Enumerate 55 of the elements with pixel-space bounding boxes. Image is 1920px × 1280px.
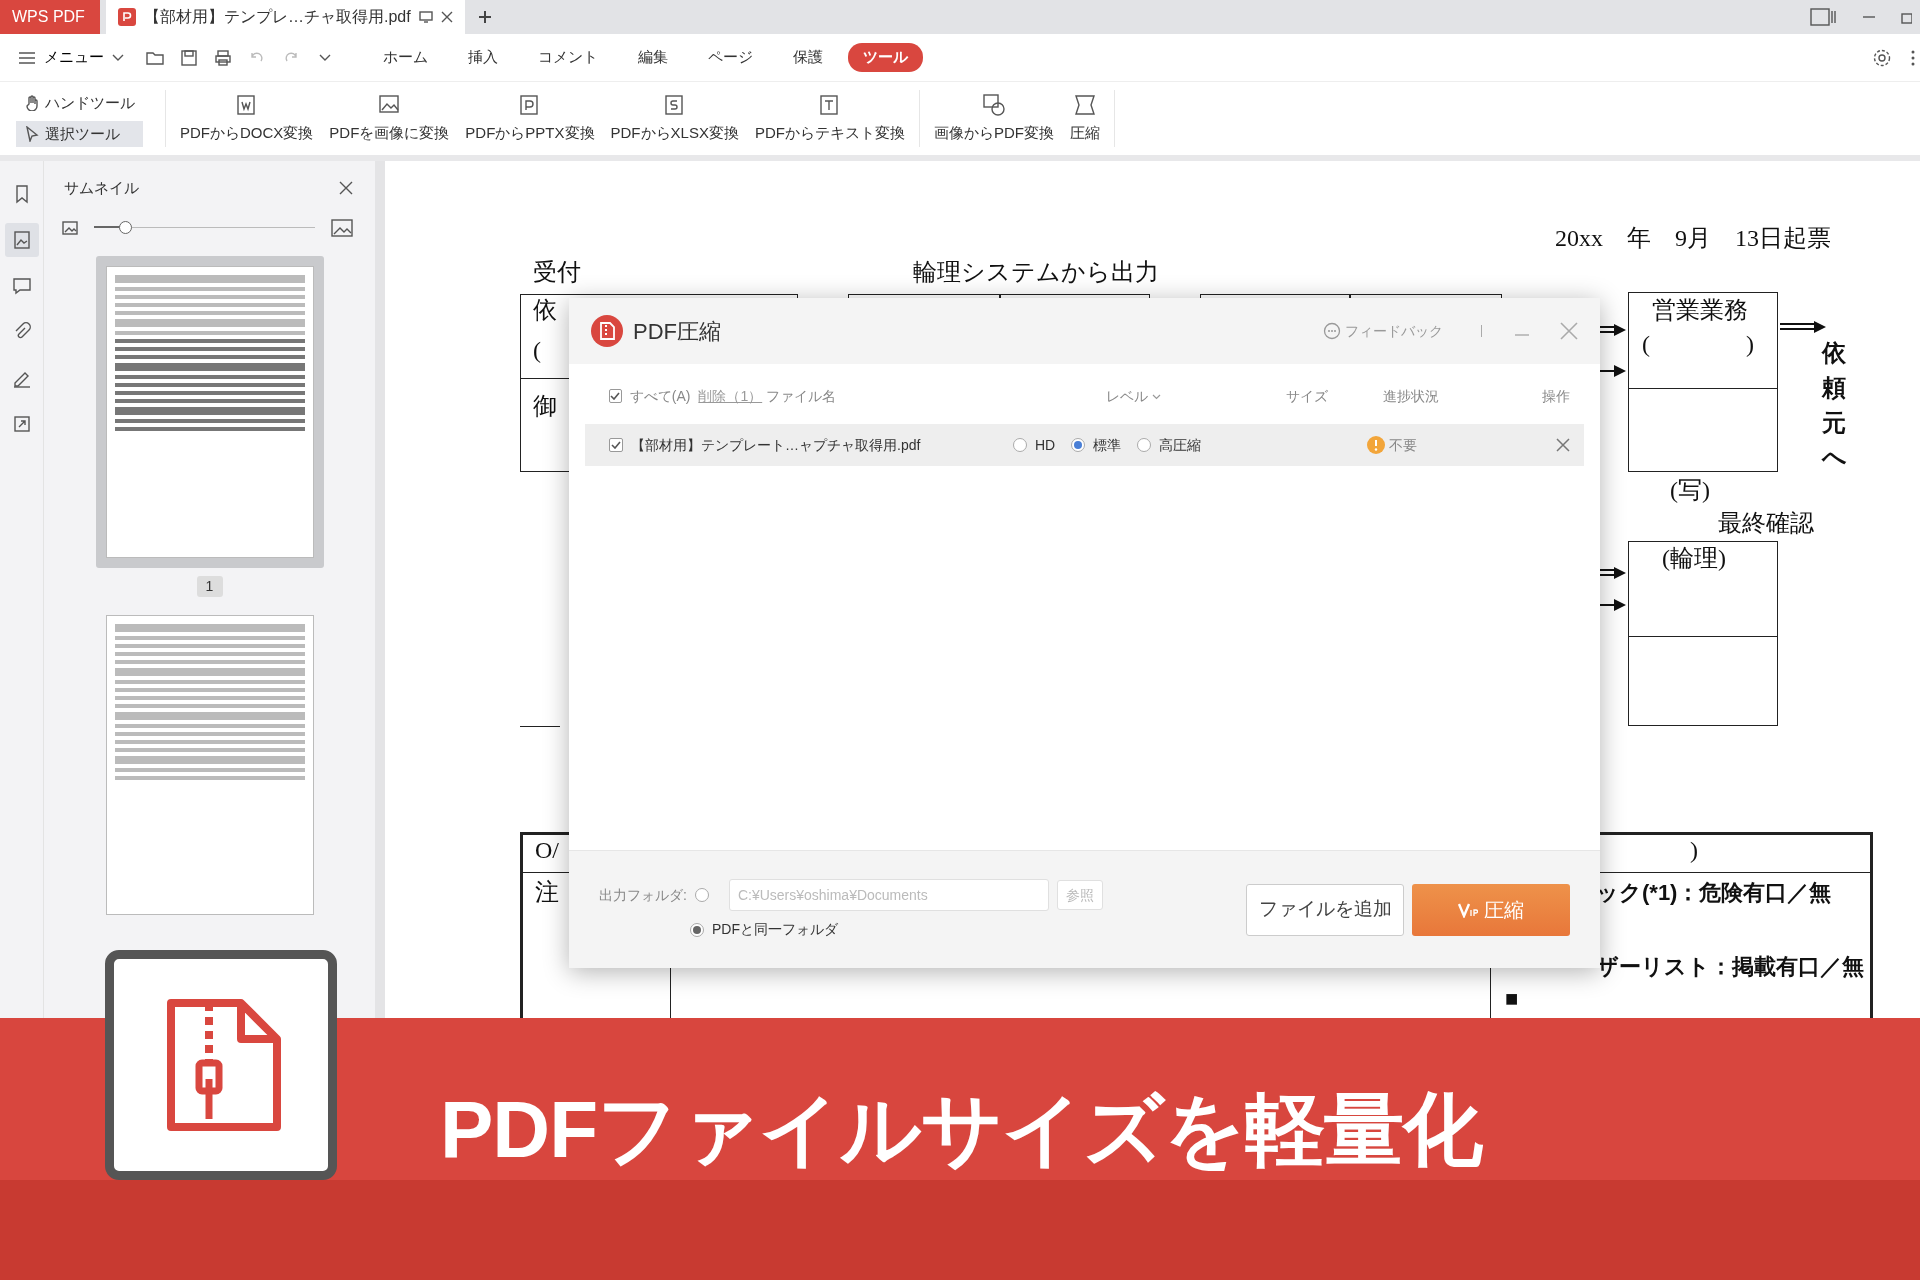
level-option-label[interactable]: 高圧縮 — [1159, 434, 1202, 456]
form-text: (写) — [1670, 476, 1710, 505]
document-tab-title[interactable]: 【部材用】テンプレ…チャ取得用.pdf — [144, 5, 411, 29]
table-cell: O/ — [535, 836, 559, 865]
vertical-text: 依頼元へ — [1822, 338, 1846, 473]
select-all-label[interactable]: すべて(A) — [629, 385, 691, 407]
page-number: 1 — [196, 575, 223, 597]
hand-tool-button[interactable]: ハンドツール — [16, 90, 143, 117]
tool-button[interactable]: PDFからPPTX変換 — [457, 82, 603, 155]
banner-title: PDFファイルサイズを軽量化 — [440, 1084, 1482, 1176]
dialog-title: PDF圧縮 — [633, 317, 721, 346]
progress-header: 進捗状況 — [1382, 386, 1440, 406]
level-header[interactable]: レベル — [1105, 385, 1287, 407]
form-text: ( — [533, 336, 541, 365]
form-text: 御 — [533, 392, 557, 421]
ribbon-tab[interactable]: ホーム — [368, 43, 443, 72]
table-cell: ック(*1)：危険有口／無 — [1596, 880, 1832, 907]
menu-button[interactable]: メニュー — [12, 45, 130, 70]
same-folder-label[interactable]: PDFと同一フォルダ — [712, 919, 838, 940]
ribbon-tab[interactable]: 編集 — [623, 43, 683, 72]
tool-button[interactable]: PDFからDOCX変換 — [172, 82, 322, 155]
app-tab[interactable]: WPS PDF — [0, 0, 100, 34]
panel-title: サムネイル — [64, 178, 139, 198]
form-label: 受付 — [533, 258, 581, 287]
ribbon-tab[interactable]: ページ — [693, 43, 768, 72]
tool-button[interactable]: 画像からPDF変換 — [925, 82, 1062, 155]
file-name-header: ファイル名 — [766, 386, 838, 406]
tool-button[interactable]: PDFからXLSX変換 — [602, 82, 747, 155]
form-label: 最終確認 — [1718, 509, 1814, 538]
select-tool-button[interactable]: 選択ツール — [16, 120, 143, 147]
ribbon-tab[interactable]: コメント — [523, 43, 613, 72]
output-folder-label: 出力フォルダ: — [599, 885, 687, 905]
table-cell: ■ — [1505, 986, 1519, 1013]
table-cell: 注 — [535, 878, 559, 907]
date-text: 20xx 年 9月 13日起票 — [1555, 224, 1831, 253]
form-text: ( ) — [1642, 330, 1754, 359]
document-tab[interactable]: 【部材用】テンプレ…チャ取得用.pdf — [106, 0, 465, 34]
ribbon-tab[interactable]: ツール — [848, 43, 923, 72]
action-header: 操作 — [1542, 386, 1570, 406]
form-text: (輪理) — [1662, 544, 1726, 573]
add-file-button[interactable]: ファイルを追加 — [1246, 883, 1404, 936]
ribbon-tab[interactable]: 保護 — [778, 43, 838, 72]
status-text: 不要 — [1389, 435, 1417, 455]
form-text: 営業業務 — [1652, 296, 1748, 325]
tool-button[interactable]: PDFからテキスト変換 — [746, 82, 913, 155]
tool-button[interactable]: PDFを画像に変換 — [321, 82, 458, 155]
ribbon-tab[interactable]: 挿入 — [453, 43, 513, 72]
table-cell: ) — [1690, 836, 1698, 865]
form-label: 輪理システムから出力 — [913, 258, 1159, 287]
level-option-label[interactable]: HD — [1035, 434, 1056, 456]
level-option-label[interactable]: 標準 — [1093, 434, 1122, 456]
size-header: サイズ — [1286, 386, 1330, 406]
tool-button[interactable]: 圧縮 — [1061, 82, 1108, 155]
file-name: 【部材用】テンプレート…ャプチャ取得用.pdf — [631, 435, 922, 455]
form-text: 依 — [533, 296, 557, 325]
